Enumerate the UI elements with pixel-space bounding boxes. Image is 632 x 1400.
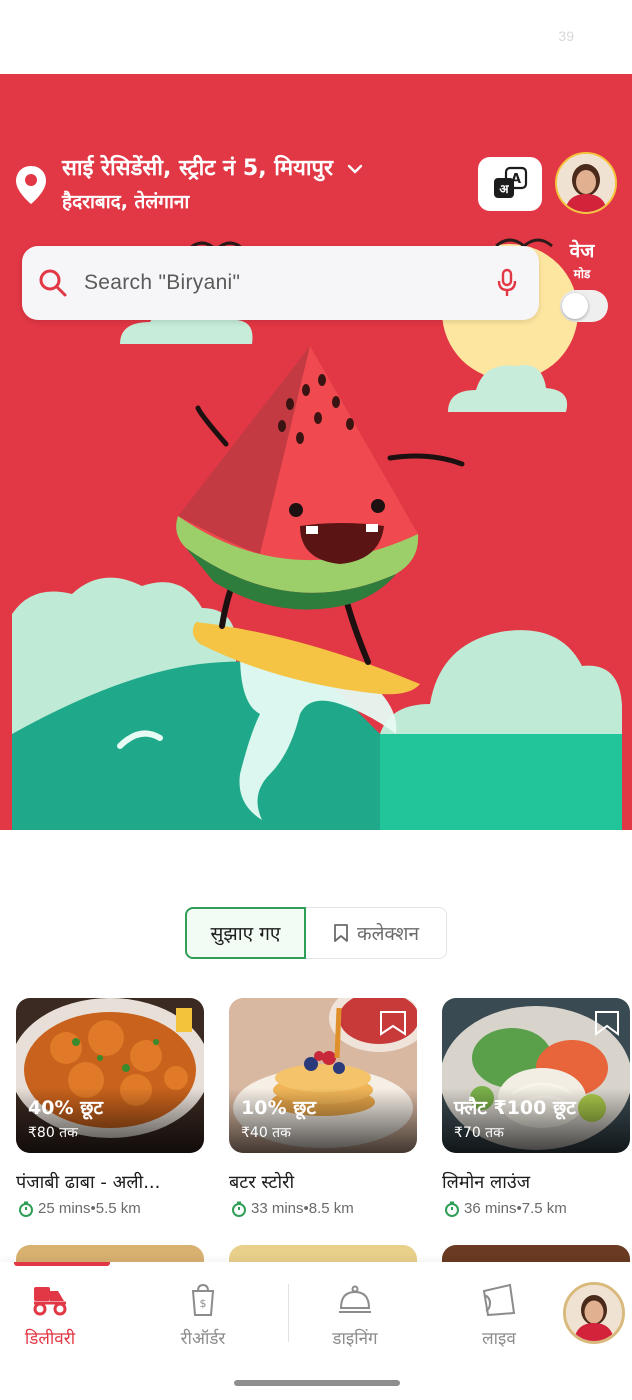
nav-item-live[interactable]: लाइव bbox=[449, 1282, 549, 1349]
timer-icon bbox=[445, 1201, 459, 1217]
nav-label: डाइनिंग bbox=[332, 1329, 378, 1349]
restaurant-image[interactable]: फ्लैट ₹100 छूट ₹70 तक bbox=[442, 998, 630, 1153]
restaurant-card[interactable]: 40% छूट ₹80 तक पंजाबी ढाबा - अली... 25 m… bbox=[16, 998, 206, 1217]
delivery-meta: 36 mins•7.5 km bbox=[444, 1200, 567, 1217]
nav-label: रीऑर्डर bbox=[180, 1329, 226, 1349]
toggle-knob bbox=[562, 293, 588, 319]
address-primary[interactable]: साई रेसिडेंसी, स्ट्रीट नं 5, मियापुर bbox=[62, 152, 363, 182]
timer-icon bbox=[19, 1201, 33, 1217]
nav-label: लाइव bbox=[482, 1329, 516, 1349]
nav-profile-avatar[interactable] bbox=[563, 1282, 625, 1344]
feed-tabs: सुझाए गए कलेक्शन bbox=[185, 907, 447, 959]
search-icon bbox=[39, 269, 67, 297]
search-bar[interactable]: Search "Biryani" bbox=[22, 246, 539, 320]
profile-photo bbox=[557, 154, 615, 212]
timer-icon bbox=[232, 1201, 246, 1217]
restaurant-name[interactable]: बटर स्टोरी bbox=[229, 1170, 294, 1194]
veg-mode-sublabel: मोड bbox=[573, 267, 591, 281]
location-pin-icon[interactable] bbox=[14, 164, 48, 206]
dining-cloche-icon bbox=[339, 1285, 371, 1313]
offer-cap: ₹40 तक bbox=[241, 1125, 291, 1141]
status-bar: 39 bbox=[0, 0, 632, 74]
status-indicator: 39 bbox=[558, 28, 574, 44]
delivery-meta: 33 mins•8.5 km bbox=[231, 1200, 354, 1217]
restaurant-name[interactable]: लिमोन लाउंज bbox=[442, 1170, 530, 1194]
nav-label: डिलीवरी bbox=[24, 1329, 76, 1349]
tab-suggested[interactable]: सुझाए गए bbox=[185, 907, 306, 959]
svg-text:अ: अ bbox=[499, 182, 509, 196]
mic-icon[interactable] bbox=[496, 268, 518, 298]
tab-collection[interactable]: कलेक्शन bbox=[306, 907, 447, 959]
veg-mode-toggle[interactable] bbox=[560, 290, 608, 322]
hero-banner: साई रेसिडेंसी, स्ट्रीट नं 5, मियापुर हैद… bbox=[0, 74, 632, 830]
offer-text: फ्लैट ₹100 छूट bbox=[454, 1097, 576, 1119]
search-input[interactable]: Search "Biryani" bbox=[84, 271, 240, 295]
nav-divider bbox=[288, 1284, 289, 1342]
offer-text: 10% छूट bbox=[241, 1097, 316, 1119]
offer-text: 40% छूट bbox=[28, 1097, 103, 1119]
delivery-time-distance: 33 mins•8.5 km bbox=[251, 1200, 354, 1217]
delivery-meta: 25 mins•5.5 km bbox=[18, 1200, 141, 1217]
active-tab-indicator bbox=[14, 1262, 110, 1266]
tab-collection-label: कलेक्शन bbox=[356, 923, 420, 945]
delivery-time-distance: 36 mins•7.5 km bbox=[464, 1200, 567, 1217]
bookmark-icon bbox=[334, 924, 348, 942]
nav-item-reorder[interactable]: $ रीऑर्डर bbox=[153, 1282, 253, 1349]
offer-cap: ₹80 तक bbox=[28, 1125, 78, 1141]
address-secondary[interactable]: हैदराबाद, तेलंगाना bbox=[62, 188, 189, 214]
address-line1: साई रेसिडेंसी, स्ट्रीट नं 5, मियापुर bbox=[62, 156, 334, 181]
reorder-bag-icon: $ bbox=[191, 1283, 215, 1316]
home-indicator[interactable] bbox=[234, 1380, 400, 1386]
svg-text:$: $ bbox=[200, 1297, 207, 1310]
restaurant-card[interactable]: फ्लैट ₹100 छूट ₹70 तक लिमोन लाउंज 36 min… bbox=[442, 998, 632, 1217]
tab-suggested-label: सुझाए गए bbox=[210, 923, 281, 945]
offer-cap: ₹70 तक bbox=[454, 1125, 504, 1141]
delivery-time-distance: 25 mins•5.5 km bbox=[38, 1200, 141, 1217]
veg-mode-label: वेज bbox=[569, 240, 595, 262]
chevron-down-icon[interactable] bbox=[347, 163, 363, 175]
restaurant-card[interactable]: 10% छूट ₹40 तक बटर स्टोरी 33 mins•8.5 km bbox=[229, 998, 419, 1217]
restaurant-image[interactable]: 10% छूट ₹40 तक bbox=[229, 998, 417, 1153]
delivery-scooter-icon bbox=[33, 1287, 67, 1316]
profile-avatar[interactable] bbox=[555, 152, 617, 214]
nav-item-dining[interactable]: डाइनिंग bbox=[305, 1282, 405, 1349]
restaurant-image[interactable]: 40% छूट ₹80 तक bbox=[16, 998, 204, 1153]
restaurant-name[interactable]: पंजाबी ढाबा - अली... bbox=[16, 1170, 160, 1194]
profile-photo bbox=[566, 1285, 622, 1341]
language-button[interactable]: A अ bbox=[478, 157, 542, 211]
nav-item-delivery[interactable]: डिलीवरी bbox=[0, 1282, 100, 1349]
language-translate-icon: A अ bbox=[494, 166, 528, 198]
live-ticket-icon bbox=[482, 1283, 516, 1317]
